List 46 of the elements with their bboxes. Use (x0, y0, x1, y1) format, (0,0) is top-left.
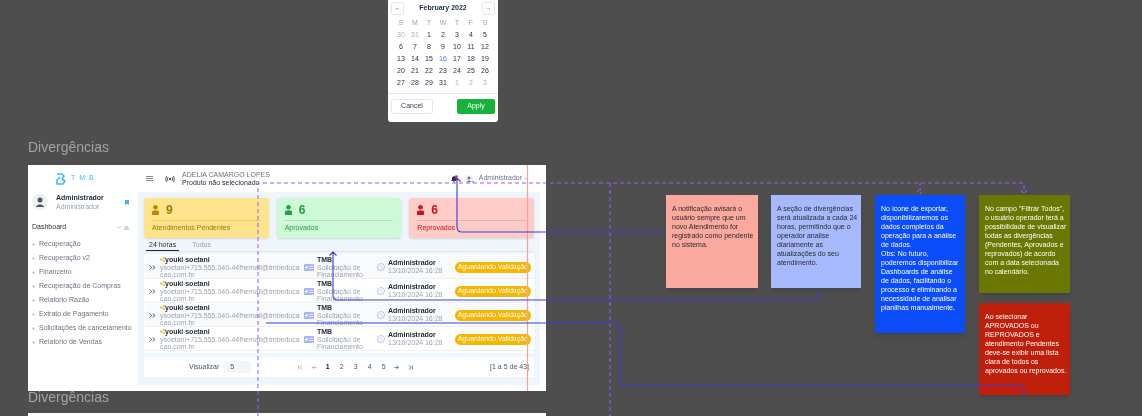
share-icon (160, 329, 165, 334)
next-page-icon[interactable] (394, 364, 400, 370)
share-icon (160, 305, 165, 310)
id-card-icon (304, 335, 314, 343)
person-icon (417, 205, 425, 215)
chevron-down-icon (524, 177, 528, 180)
last-page-icon[interactable] (408, 364, 414, 370)
clock-icon (377, 335, 385, 343)
bell-icon[interactable] (449, 174, 458, 183)
sticky-note[interactable] (875, 195, 965, 333)
plus-icon (32, 256, 35, 260)
double-chevron-icon (149, 312, 156, 318)
clock-icon (377, 263, 385, 271)
home-icon (124, 224, 129, 230)
double-chevron-icon (149, 288, 156, 294)
plus-icon (32, 312, 35, 316)
logo-icon (56, 172, 66, 185)
plus-icon (32, 242, 35, 246)
plus-icon (32, 270, 35, 274)
share-icon (160, 257, 165, 262)
stat-count: 6 (298, 203, 306, 217)
double-chevron-icon (149, 336, 156, 342)
double-chevron-icon (149, 264, 156, 270)
plus-icon (32, 284, 35, 288)
avatar-icon (32, 194, 48, 210)
menu-icon (146, 176, 153, 181)
clock-icon (377, 287, 385, 295)
stat-count: 6 (431, 203, 439, 217)
frame-title: Divergências (28, 139, 109, 156)
id-card-icon (304, 287, 314, 295)
chevron-down-icon (117, 225, 121, 229)
stat-count: 9 (166, 203, 173, 217)
avatar-icon[interactable] (463, 174, 474, 183)
bookmark-icon (125, 199, 129, 205)
broadcast-icon (165, 175, 175, 182)
plus-icon (32, 326, 35, 330)
clock-icon (377, 311, 385, 319)
plus-icon (32, 298, 35, 302)
share-icon (160, 281, 165, 286)
id-card-icon (304, 263, 314, 271)
previous-page-icon[interactable] (312, 364, 318, 370)
plus-icon (32, 340, 35, 344)
frame-title: Divergências (28, 389, 109, 406)
person-icon (284, 205, 292, 215)
id-card-icon (304, 311, 314, 319)
person-icon (152, 205, 159, 215)
